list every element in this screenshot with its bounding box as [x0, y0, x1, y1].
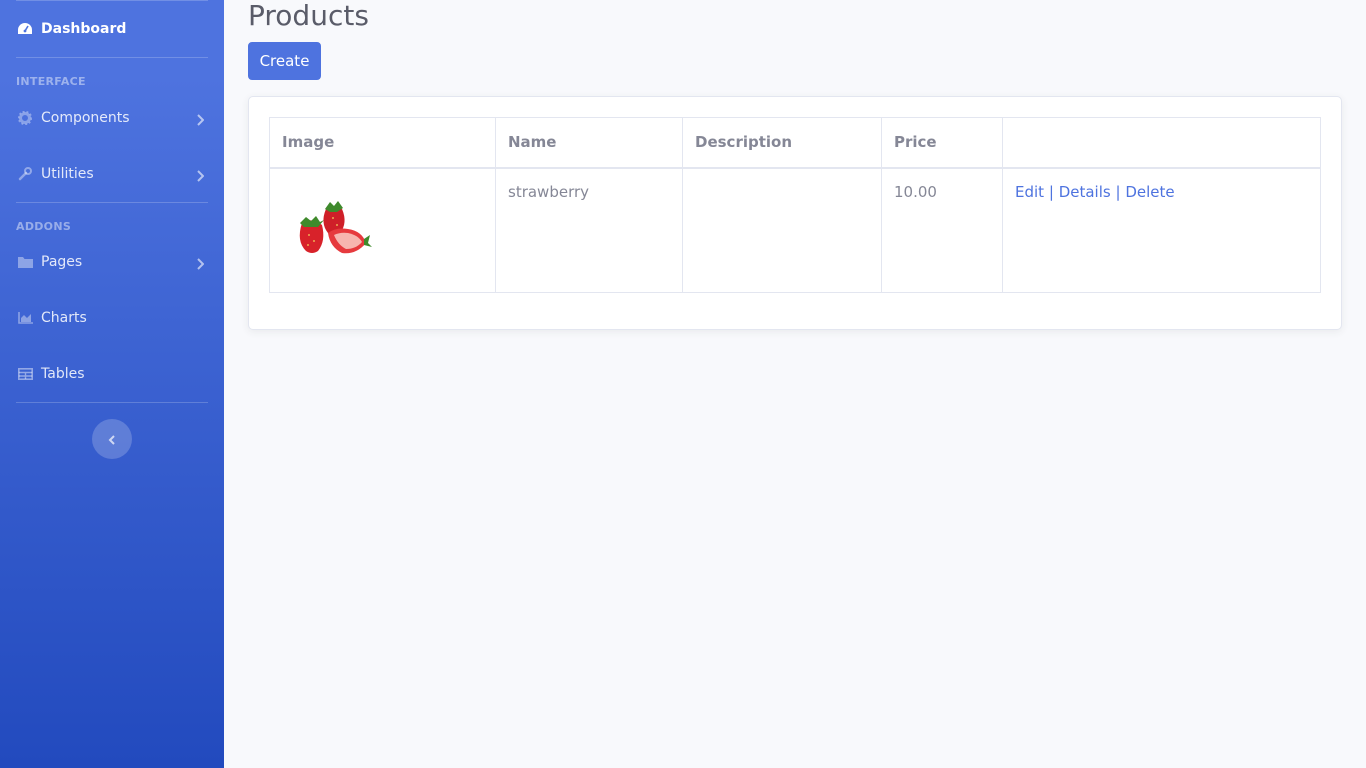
sidebar-item-label: Charts: [41, 310, 87, 326]
sidebar-heading-addons: Addons: [16, 220, 72, 233]
table-row: strawberry 10.00 Edit | Details | Delete: [269, 167, 1321, 293]
delete-link[interactable]: Delete: [1125, 183, 1174, 201]
folder-icon: [16, 254, 34, 270]
product-actions-cell: Edit | Details | Delete: [1002, 167, 1321, 293]
sidebar-divider: [16, 202, 208, 203]
tachometer-icon: [16, 21, 34, 37]
sidebar-item-pages[interactable]: Pages: [0, 242, 224, 282]
chevron-right-icon: [196, 255, 205, 274]
sidebar: Dashboard Interface Components Utilities…: [0, 0, 224, 768]
products-table: Image Name Description Price strawberry …: [269, 117, 1321, 293]
sidebar-divider: [16, 402, 208, 403]
sidebar-item-label: Tables: [41, 366, 85, 382]
sidebar-item-label: Dashboard: [41, 21, 127, 37]
page-title: Products: [248, 0, 369, 32]
sidebar-item-label: Utilities: [41, 166, 94, 182]
sidebar-item-dashboard[interactable]: Dashboard: [0, 9, 224, 49]
column-header-description: Description: [682, 117, 882, 169]
strawberry-image: [282, 182, 382, 283]
sidebar-item-charts[interactable]: Charts: [0, 298, 224, 338]
action-separator: |: [1048, 182, 1054, 201]
sidebar-item-label: Components: [41, 110, 130, 126]
details-link[interactable]: Details: [1059, 183, 1111, 201]
table-icon: [16, 366, 34, 382]
product-image-cell: [269, 167, 496, 293]
column-header-name: Name: [495, 117, 683, 169]
wrench-icon: [16, 166, 34, 182]
sidebar-heading-interface: Interface: [16, 75, 86, 88]
column-header-actions: [1002, 117, 1321, 169]
chevron-left-icon: [108, 430, 116, 449]
sidebar-top-divider: [16, 0, 208, 1]
sidebar-divider: [16, 57, 208, 58]
sidebar-toggle-button[interactable]: [92, 419, 132, 459]
edit-link[interactable]: Edit: [1015, 183, 1044, 201]
sidebar-item-components[interactable]: Components: [0, 98, 224, 138]
sidebar-item-label: Pages: [41, 254, 83, 270]
gear-icon: [16, 110, 34, 126]
chevron-right-icon: [196, 167, 205, 186]
product-name-cell: strawberry: [495, 167, 683, 293]
table-header-row: Image Name Description Price: [269, 117, 1321, 169]
chart-area-icon: [16, 310, 34, 326]
product-price-cell: 10.00: [881, 167, 1003, 293]
product-description-cell: [682, 167, 882, 293]
sidebar-item-tables[interactable]: Tables: [0, 354, 224, 394]
products-card: Image Name Description Price strawberry …: [248, 96, 1342, 330]
sidebar-item-utilities[interactable]: Utilities: [0, 154, 224, 194]
action-separator: |: [1115, 182, 1121, 201]
create-button[interactable]: Create: [248, 42, 321, 80]
column-header-price: Price: [881, 117, 1003, 169]
chevron-right-icon: [196, 111, 205, 130]
column-header-image: Image: [269, 117, 496, 169]
